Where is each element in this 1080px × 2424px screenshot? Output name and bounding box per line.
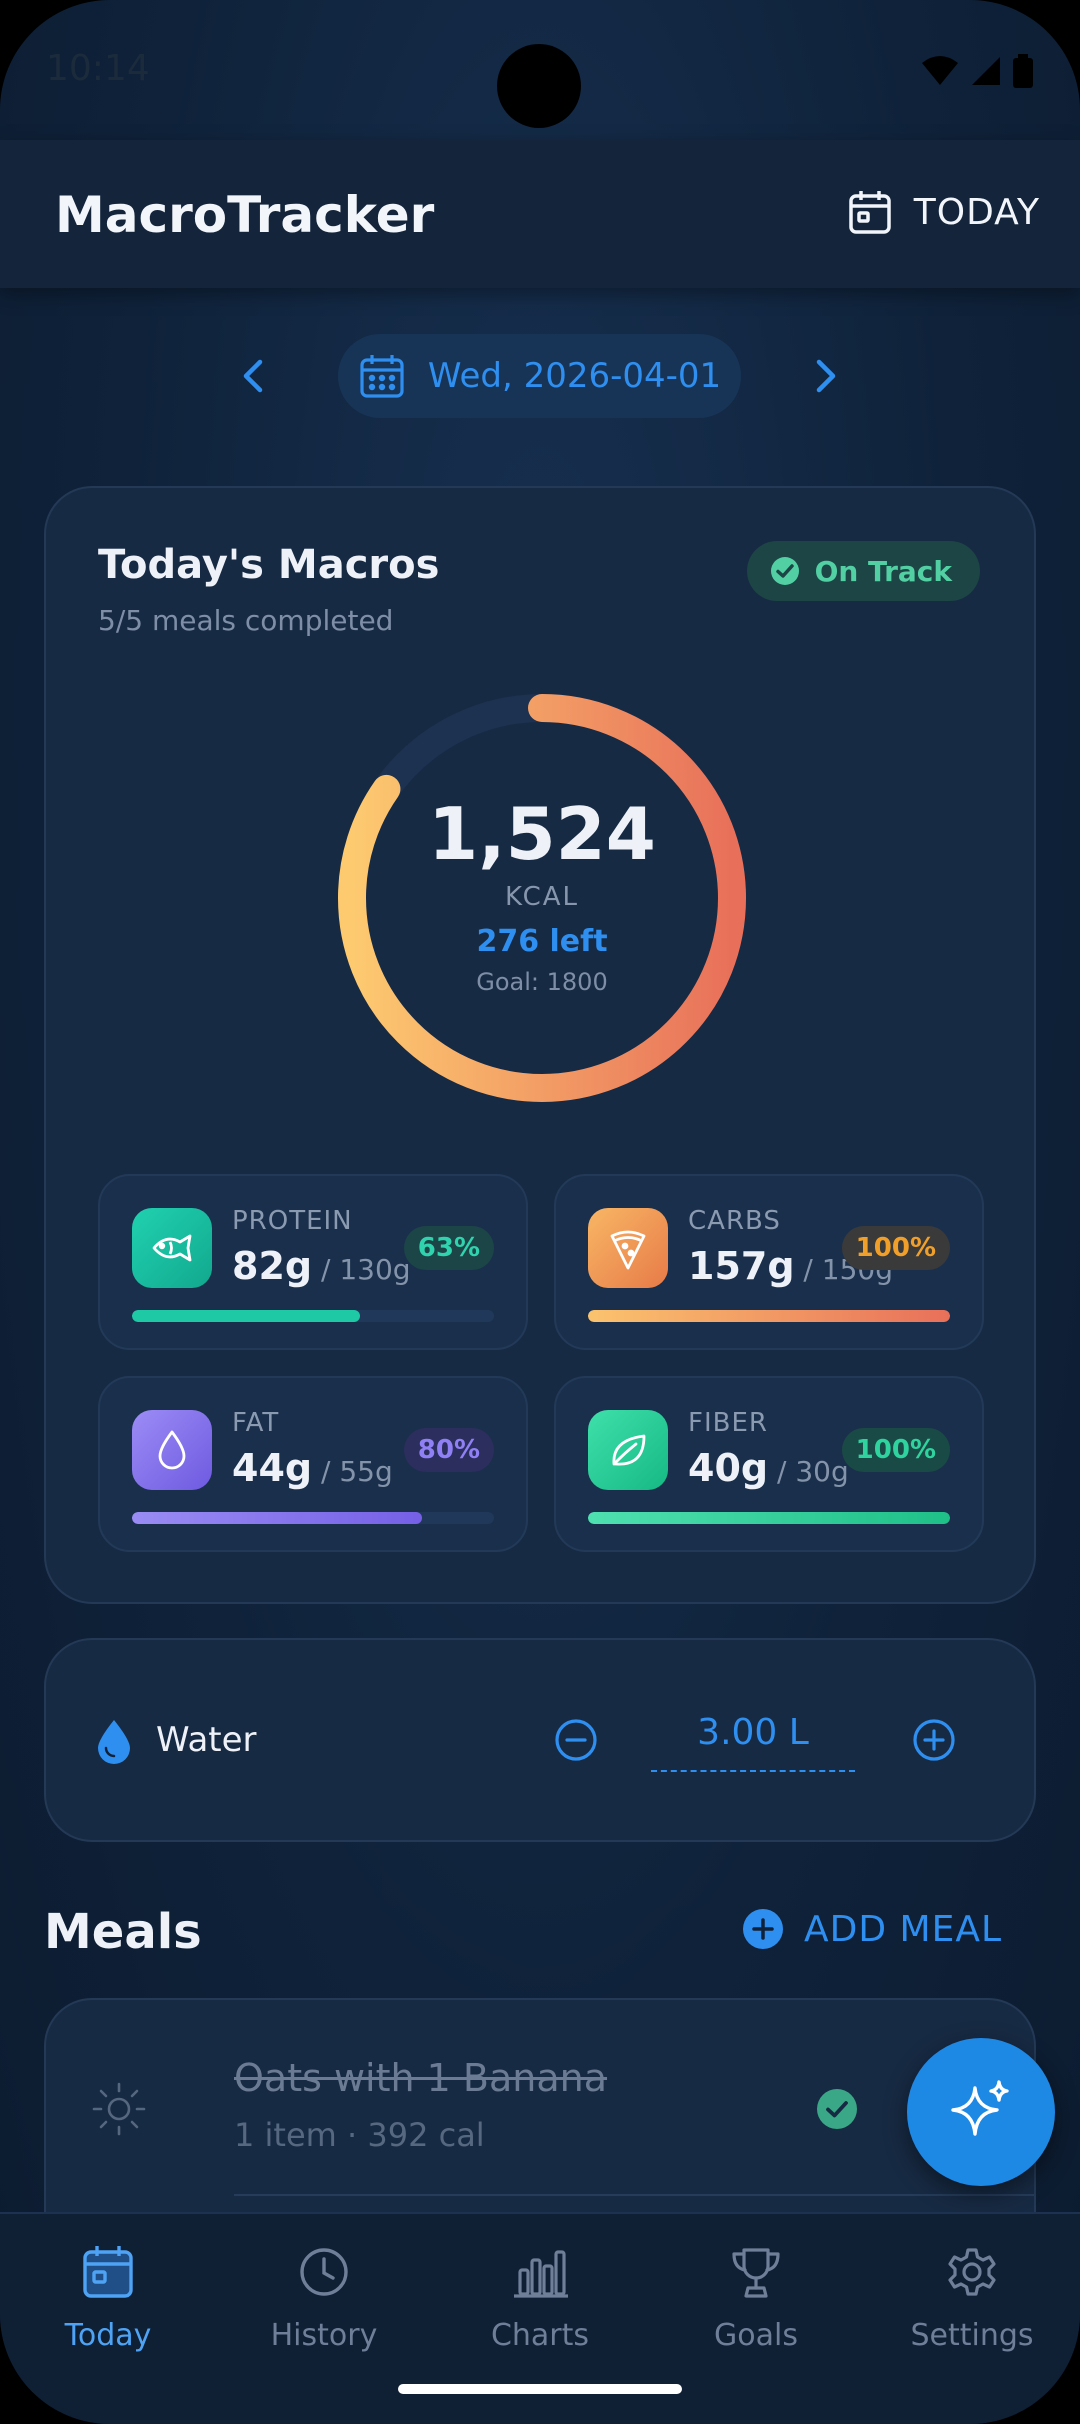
macro-name: FIBER (688, 1408, 768, 1438)
system-icons (920, 54, 1034, 88)
macro-percent: 80% (403, 1428, 494, 1472)
calendar-icon (83, 2246, 133, 2298)
phone-screen: 10:14 MacroTracker TODAY Wed, 2026-04-01 (0, 0, 1080, 2424)
macro-progress-fill (132, 1310, 361, 1322)
macro-progress-bar (132, 1512, 494, 1524)
status-time: 10:14 (46, 48, 150, 89)
water-card: Water 3.00 L (44, 1638, 1036, 1842)
nav-charts-label: Charts (490, 2318, 590, 2353)
macro-progress-bar (132, 1310, 494, 1322)
clock-icon (300, 2248, 348, 2296)
previous-day-button[interactable] (230, 352, 278, 400)
macro-name: PROTEIN (232, 1206, 353, 1236)
today-button-label: TODAY (913, 191, 1040, 233)
nav-today[interactable]: Today (0, 2242, 216, 2353)
status-badge: On Track (746, 541, 980, 601)
date-navigation: Wed, 2026-04-01 (0, 334, 1080, 418)
pizza-icon (588, 1208, 668, 1288)
macro-progress-bar (588, 1310, 950, 1322)
trophy-icon (732, 2248, 780, 2298)
add-meal-label: ADD MEAL (804, 1908, 1003, 1950)
date-picker-button[interactable]: Wed, 2026-04-01 (338, 334, 741, 418)
calendar-icon (360, 355, 404, 398)
nav-settings-label: Settings (910, 2318, 1034, 2353)
calories-left: 276 left (476, 924, 608, 959)
water-amount-input[interactable]: 3.00 L (651, 1706, 855, 1772)
sun-icon (92, 2082, 146, 2136)
check-circle-icon (770, 557, 799, 585)
nav-history[interactable]: History (216, 2242, 432, 2353)
calorie-summary: 1,524 KCAL 276 left Goal: 1800 (332, 688, 752, 1108)
status-badge-label: On Track (814, 554, 952, 588)
macro-tile-protein[interactable]: PROTEIN 82g / 130g 63% (98, 1174, 528, 1350)
next-day-button[interactable] (801, 352, 849, 400)
nav-settings[interactable]: Settings (864, 2242, 1080, 2353)
nav-history-label: History (270, 2318, 378, 2353)
macros-card: Today's Macros 5/5 meals completed On Tr… (44, 486, 1036, 1604)
meals-title: Meals (44, 1904, 202, 1960)
calories-unit: KCAL (504, 882, 580, 912)
wifi-icon (922, 56, 958, 85)
add-meal-button[interactable]: ADD MEAL (742, 1908, 1002, 1950)
app-bar: MacroTracker TODAY (0, 140, 1080, 288)
calories-consumed: 1,524 (428, 792, 656, 876)
home-indicator[interactable] (398, 2384, 682, 2394)
calendar-icon (849, 191, 891, 234)
meal-name: Oats with 1 Banana (234, 2056, 608, 2100)
macro-name: FAT (232, 1408, 280, 1438)
app-title: MacroTracker (55, 186, 435, 244)
macro-value: 82g / 130g (232, 1244, 411, 1288)
macro-tile-fat[interactable]: FAT 44g / 55g 80% (98, 1376, 528, 1552)
current-date: Wed, 2026-04-01 (427, 356, 722, 396)
meal-meta: 1 item · 392 cal (234, 2116, 485, 2154)
macro-progress-fill (588, 1512, 950, 1524)
macros-title: Today's Macros (98, 542, 440, 588)
leaf-icon (588, 1410, 668, 1490)
ai-assistant-button[interactable] (907, 2038, 1055, 2186)
macro-progress-fill (588, 1310, 950, 1322)
water-label: Water (156, 1720, 257, 1760)
signal-icon (972, 57, 1000, 85)
increase-water-button[interactable] (912, 1718, 956, 1762)
water-drop-icon (98, 1720, 130, 1764)
nav-goals[interactable]: Goals (648, 2242, 864, 2353)
drop-icon (132, 1410, 212, 1490)
meal-divider (234, 2194, 1034, 2196)
calories-goal: Goal: 1800 (476, 968, 608, 996)
sparkles-icon (951, 2080, 1009, 2136)
status-bar: 10:14 (0, 0, 1080, 140)
meals-completed: 5/5 meals completed (98, 604, 394, 637)
macro-percent: 63% (403, 1226, 494, 1270)
macro-percent: 100% (841, 1226, 950, 1270)
gear-icon (948, 2248, 996, 2296)
macro-value: 44g / 55g (232, 1446, 393, 1490)
meal-completed-checkbox[interactable] (816, 2088, 858, 2130)
macro-tile-carbs[interactable]: CARBS 157g / 150g 100% (554, 1174, 984, 1350)
macro-percent: 100% (841, 1428, 950, 1472)
macro-tile-fiber[interactable]: FIBER 40g / 30g 100% (554, 1376, 984, 1552)
macro-value: 40g / 30g (688, 1446, 849, 1490)
macro-progress-bar (588, 1512, 950, 1524)
macro-progress-fill (132, 1512, 422, 1524)
decrease-water-button[interactable] (554, 1718, 598, 1762)
macro-name: CARBS (688, 1206, 781, 1236)
today-button[interactable]: TODAY (846, 188, 1040, 236)
nav-charts[interactable]: Charts (432, 2242, 648, 2353)
camera-cutout (497, 44, 581, 128)
nav-goals-label: Goals (714, 2318, 798, 2353)
add-circle-icon (743, 1909, 783, 1949)
bar-chart-icon (514, 2250, 568, 2298)
nav-today-label: Today (64, 2318, 152, 2353)
fish-icon (132, 1208, 212, 1288)
battery-icon (1013, 54, 1033, 88)
